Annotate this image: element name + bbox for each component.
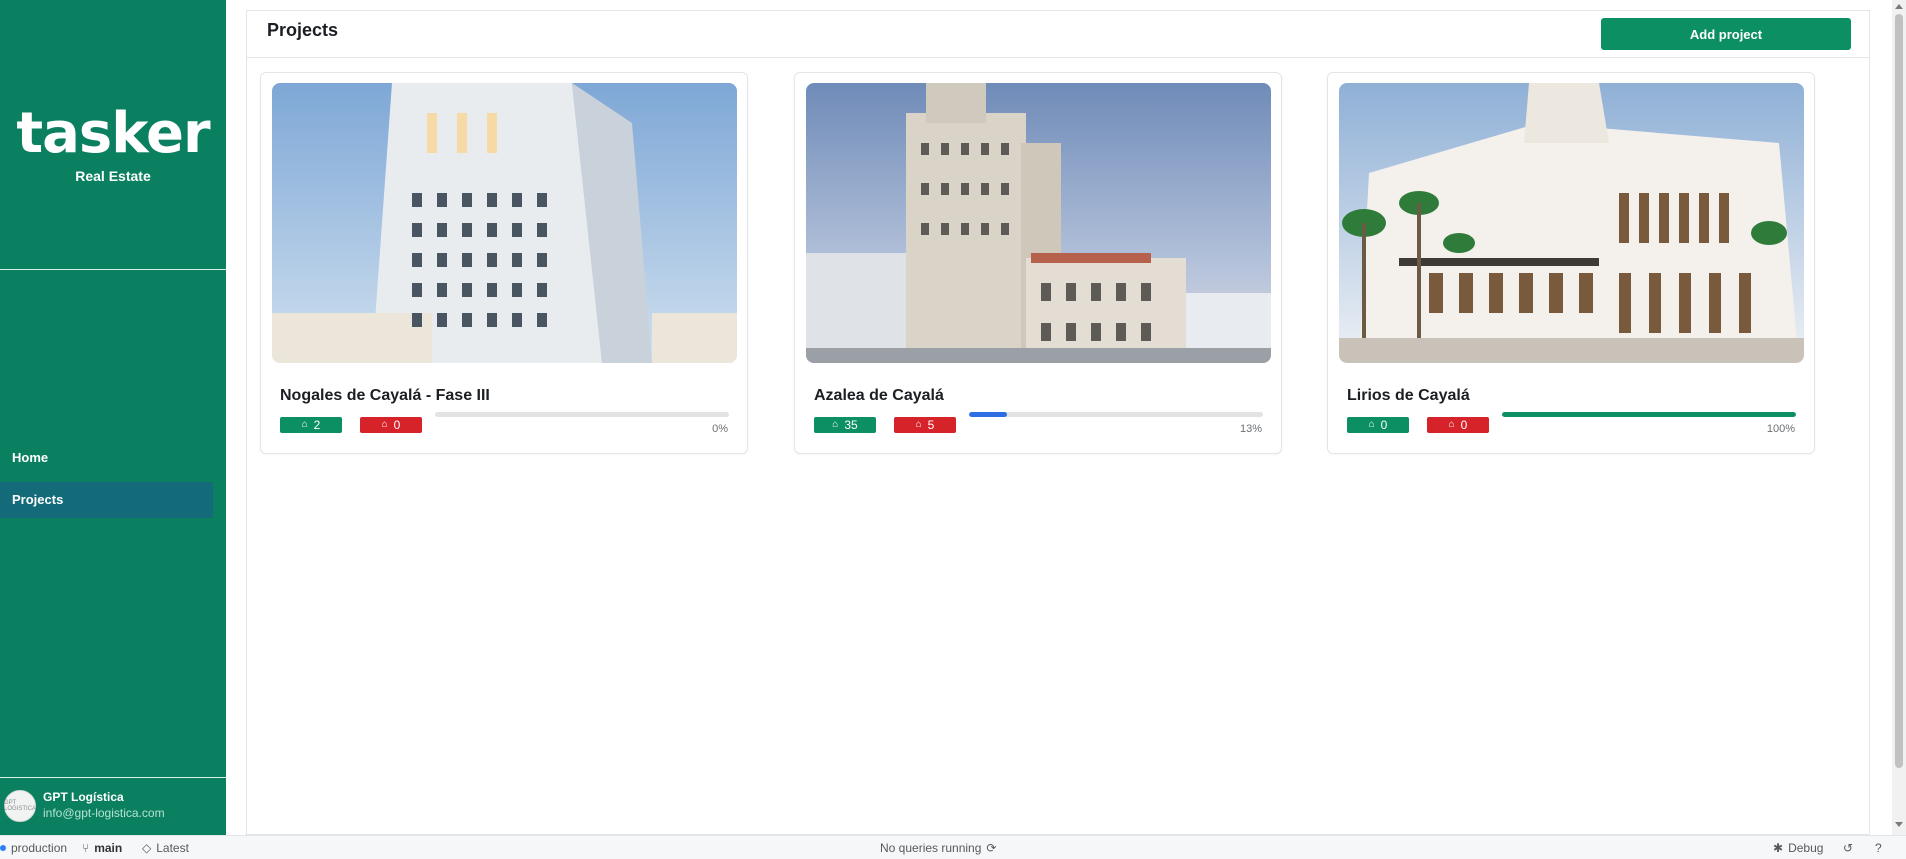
ok-count: 0 (1380, 418, 1388, 432)
home-outline-icon: ⌂ (1448, 419, 1455, 430)
debug-toggle[interactable]: ✱ Debug (1773, 841, 1823, 855)
user-name: GPT Logística (43, 790, 124, 804)
queries-indicator: No queries running ⟳ (880, 841, 996, 855)
branch-label: main (94, 841, 123, 855)
page-scrollbar[interactable] (1892, 0, 1906, 835)
issue-count: 0 (1460, 418, 1468, 432)
git-branch-icon: ⑂ (82, 841, 90, 855)
scroll-up-arrow-icon[interactable] (1895, 4, 1903, 9)
project-image (1339, 83, 1804, 363)
progress-label: 100% (1766, 423, 1795, 435)
sidebar: tasker Real Estate Home Projects GPT LOG… (0, 0, 226, 835)
home-outline-icon: ⌂ (1368, 419, 1375, 430)
project-title: Lirios de Cayalá (1347, 387, 1470, 404)
project-card[interactable]: Nogales de Cayalá - Fase III ⌂ 2 ⌂ 0 0% (260, 72, 748, 454)
bug-icon: ✱ (1773, 841, 1784, 855)
tag-indicator[interactable]: ◇ Latest (142, 841, 189, 855)
issue-count-badge: ⌂ 0 (1427, 417, 1489, 433)
project-title: Nogales de Cayalá - Fase III (280, 387, 490, 404)
project-card[interactable]: Lirios de Cayalá ⌂ 0 ⌂ 0 100% (1327, 72, 1815, 454)
issue-count-badge: ⌂ 0 (360, 417, 422, 433)
ok-count: 2 (313, 418, 321, 432)
home-outline-icon: ⌂ (381, 419, 388, 430)
sidebar-nav: Home Projects (0, 440, 226, 524)
ok-count: 35 (844, 418, 858, 432)
home-outline-icon: ⌂ (301, 419, 308, 430)
home-outline-icon: ⌂ (832, 419, 839, 430)
env-indicator[interactable]: production (0, 841, 67, 855)
progress-bar (1502, 412, 1796, 417)
page-header: Projects Add project (247, 11, 1869, 58)
logo: tasker Real Estate (0, 101, 226, 185)
sidebar-divider (0, 269, 226, 270)
progress-label: 13% (1239, 423, 1262, 435)
history-icon[interactable]: ↺ (1843, 841, 1853, 855)
scroll-thumb[interactable] (1895, 14, 1903, 768)
issue-count-badge: ⌂ 5 (894, 417, 956, 433)
logo-text: tasker (16, 101, 210, 166)
ok-count-badge: ⌂ 2 (280, 417, 342, 433)
progress-fill (1502, 412, 1796, 417)
logo-subtitle: Real Estate (75, 168, 151, 184)
issue-count: 0 (393, 418, 401, 432)
help-icon[interactable]: ? (1875, 841, 1882, 855)
project-image (806, 83, 1271, 363)
issue-count: 5 (927, 418, 935, 432)
debug-label: Debug (1788, 841, 1824, 855)
ok-count-badge: ⌂ 0 (1347, 417, 1409, 433)
project-title: Azalea de Cayalá (814, 387, 944, 404)
progress-fill (969, 412, 1008, 417)
user-email: info@gpt-logistica.com (43, 806, 165, 820)
page-title: Projects (267, 20, 339, 40)
sidebar-bottom-divider (0, 777, 226, 778)
status-dot-icon (0, 845, 6, 851)
branch-indicator[interactable]: ⑂ main (82, 841, 122, 855)
main-panel: Projects Add project Nogales de Cayalá -… (246, 10, 1870, 835)
project-card[interactable]: Azalea de Cayalá ⌂ 35 ⌂ 5 13% (794, 72, 1282, 454)
user-profile[interactable]: GPT LOGISTICA GPT Logística info@gpt-log… (0, 786, 226, 830)
home-outline-icon: ⌂ (915, 419, 922, 430)
tag-label: Latest (156, 841, 189, 855)
avatar: GPT LOGISTICA (4, 790, 36, 822)
progress-bar (435, 412, 729, 417)
status-bar: production ⑂ main ◇ Latest No queries ru… (0, 835, 1906, 859)
refresh-icon[interactable]: ⟳ (986, 841, 996, 855)
sidebar-item-projects[interactable]: Projects (0, 482, 213, 518)
progress-bar (969, 412, 1263, 417)
ok-count-badge: ⌂ 35 (814, 417, 876, 433)
scroll-down-arrow-icon[interactable] (1895, 822, 1903, 827)
project-image (272, 83, 737, 363)
queries-label: No queries running (880, 841, 982, 855)
sidebar-item-home[interactable]: Home (0, 440, 213, 476)
env-label: production (11, 841, 68, 855)
add-project-button[interactable]: Add project (1601, 18, 1851, 50)
progress-label: 0% (712, 423, 728, 435)
tag-icon: ◇ (142, 841, 152, 855)
